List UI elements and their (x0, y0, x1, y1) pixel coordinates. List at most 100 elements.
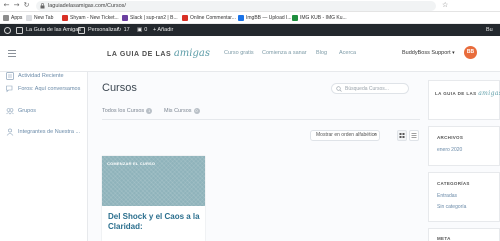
logo-widget: LA GUIA DE LAS amigas (428, 80, 500, 120)
bookmark-apps[interactable]: Apps (3, 12, 22, 24)
admin-customize-label: Personalizar (88, 27, 119, 33)
tab-label: Mis Cursos (164, 108, 192, 114)
imgbb-icon (238, 15, 244, 21)
tab-my-courses[interactable]: Mis Cursos 0 (164, 108, 200, 114)
main-content: Cursos Búsqueda Cursos... Todos los Curs… (88, 72, 420, 241)
course-title[interactable]: Del Shock y el Caos a la Claridad: (108, 212, 200, 232)
admin-account[interactable]: Bu (486, 24, 493, 36)
search-icon (336, 86, 342, 92)
bookmark-label: New Tab (34, 15, 54, 21)
bookmark-imgkub[interactable]: IMG KUB - IMG Ku... (292, 12, 347, 24)
sidebar-item-label: Grupos (18, 108, 37, 114)
archive-heading: ARCHIVOS (437, 135, 464, 140)
meta-widget: META (428, 228, 500, 241)
categories-heading: CATEGORÍAS (437, 181, 470, 186)
wordpress-logo-icon[interactable] (4, 24, 14, 36)
sort-select[interactable]: Mostrar en orden alfabético ▾ (310, 130, 380, 141)
right-sidebar: LA GUIA DE LAS amigas ARCHIVOS enero 202… (420, 72, 500, 241)
course-badge: COMENZAR EL CURSO (107, 161, 156, 166)
sidebar-item-label: Foros: Aquí conversamos (18, 86, 81, 92)
brush-icon (78, 26, 85, 34)
sidebar-item-label: Actividad Reciente (18, 73, 64, 79)
admin-new[interactable]: + Añadir (153, 24, 173, 36)
avatar[interactable]: BB (464, 46, 477, 59)
slack-icon (122, 15, 128, 21)
updates-icon: ↻ (117, 27, 122, 33)
grid-icon (399, 133, 405, 138)
bookmark-label: ImgBB — Upload I... (246, 15, 292, 21)
admin-customize[interactable]: Personalizar (78, 24, 119, 36)
bookmark-online-commentar[interactable]: Online Commentar... (182, 12, 236, 24)
grid-view-button[interactable] (397, 130, 407, 141)
bookmark-label: Shyam - New Ticket... (70, 15, 119, 21)
groups-icon (6, 108, 14, 115)
sidebar-item-label: Integrantes de Nuestra ... (18, 129, 81, 135)
chevron-down-icon: ▾ (373, 132, 376, 138)
sidebar: Actividad Reciente Foros: Aquí conversam… (0, 72, 88, 241)
nav-blog[interactable]: Blog (316, 50, 327, 56)
tab-count: 1 (146, 108, 153, 114)
apps-grid-icon (3, 15, 9, 21)
archive-widget: ARCHIVOS enero 2020 (428, 126, 500, 166)
comments-count: 0 (144, 27, 148, 33)
list-icon (411, 133, 417, 138)
activity-icon (6, 72, 14, 80)
bookmark-star-icon[interactable]: ☆ (442, 1, 448, 10)
reload-icon[interactable]: ↻ (22, 1, 31, 10)
tab-all-courses[interactable]: Todos los Cursos 1 (102, 108, 153, 114)
widget-logo[interactable]: LA GUIA DE LAS amigas (435, 90, 500, 97)
user-menu[interactable]: BuddyBoss Support ▾ (402, 50, 455, 56)
forums-icon (6, 85, 13, 93)
sort-value: Mostrar en orden alfabético (316, 132, 377, 138)
bookmark-label: IMG KUB - IMG Ku... (300, 15, 347, 21)
home-icon (16, 26, 23, 34)
categories-widget: CATEGORÍAS Entradas Sin categoría (428, 172, 500, 222)
nav-acerca[interactable]: Acerca (339, 50, 356, 56)
wp-admin-bar: La Guia de las Amigas Personalizar ↻ 17 … (0, 24, 500, 36)
page-icon (26, 15, 32, 21)
sidebar-item-groups[interactable]: Grupos (6, 107, 36, 115)
admin-updates[interactable]: ↻ 17 (117, 24, 130, 36)
archive-link[interactable]: enero 2020 (437, 147, 462, 153)
imgkub-icon (292, 15, 298, 21)
site-logo[interactable]: LA GUIA DE LAS amigas (107, 48, 210, 59)
sidebar-item-activity[interactable]: Actividad Reciente (6, 72, 64, 80)
nav-curso-gratis[interactable]: Curso gratis (224, 50, 254, 56)
back-icon[interactable]: ← (2, 1, 11, 10)
lock-icon (40, 3, 45, 9)
admin-site-name[interactable]: La Guia de las Amigas (16, 24, 81, 36)
admin-account-label: Bu (486, 27, 493, 33)
wordpress-icon (4, 26, 11, 34)
list-view-button[interactable] (409, 130, 419, 141)
admin-comments[interactable]: ▣ 0 (137, 24, 147, 36)
user-name: BuddyBoss Support (402, 50, 451, 56)
course-thumbnail[interactable]: COMENZAR EL CURSO (102, 156, 205, 206)
tab-label: Todos los Cursos (102, 108, 145, 114)
address-bar[interactable]: laguiadelasamigas.com/Cursos/ (36, 1, 436, 11)
page-title: Cursos (102, 82, 137, 94)
widget-logo-text: LA GUIA DE LAS (435, 91, 477, 96)
nav-comienza-a-sanar[interactable]: Comienza a sanar (262, 50, 307, 56)
comment-bubble-icon: ▣ (137, 27, 143, 33)
search-placeholder: Búsqueda Cursos... (345, 86, 389, 92)
forward-icon[interactable]: → (12, 1, 21, 10)
hamburger-menu-icon[interactable] (8, 50, 16, 57)
admin-site-name-label: La Guia de las Amigas (26, 27, 82, 33)
bookmark-imgbb[interactable]: ImgBB — Upload I... (238, 12, 292, 24)
course-card[interactable]: COMENZAR EL CURSO Del Shock y el Caos a … (102, 156, 205, 241)
bookmark-slack[interactable]: Slack | sup-ran2 | B... (122, 12, 178, 24)
comment-icon (182, 15, 188, 21)
search-input[interactable]: Búsqueda Cursos... (331, 83, 409, 94)
meta-heading: META (437, 236, 451, 241)
members-icon (6, 128, 14, 136)
bookmarks-bar: Apps New Tab Shyam - New Ticket... Slack… (0, 12, 500, 24)
bookmark-new-tab[interactable]: New Tab (26, 12, 53, 24)
category-link[interactable]: Sin categoría (437, 204, 466, 210)
sidebar-item-forums[interactable]: Foros: Aquí conversamos (6, 85, 80, 93)
logo-script: amigas (173, 48, 210, 59)
sidebar-item-members[interactable]: Integrantes de Nuestra ... (6, 128, 80, 136)
bookmark-shyam[interactable]: Shyam - New Ticket... (62, 12, 119, 24)
tabs-divider (102, 119, 420, 120)
chevron-down-icon: ▾ (452, 50, 455, 56)
category-link[interactable]: Entradas (437, 193, 457, 199)
